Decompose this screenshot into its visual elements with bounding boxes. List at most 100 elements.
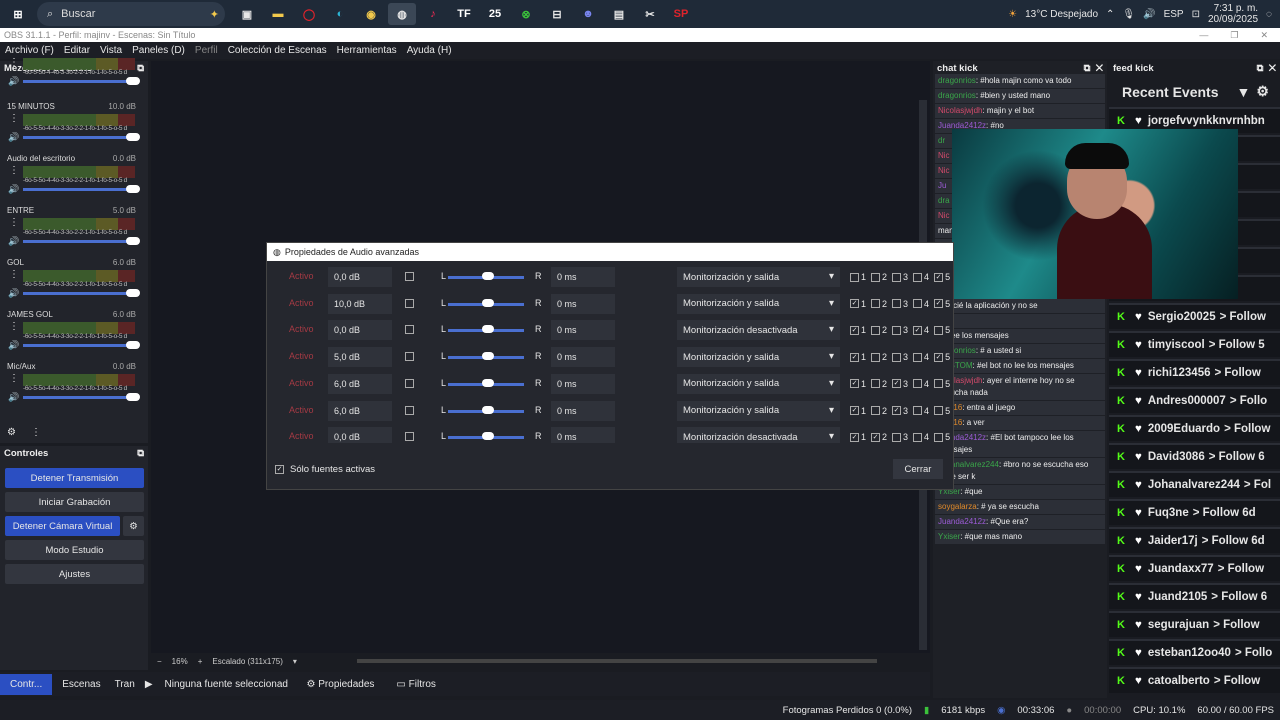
- mixer-settings-icon[interactable]: ⚙: [7, 427, 16, 438]
- speaker-icon[interactable]: 🔊: [8, 340, 19, 351]
- track-4[interactable]: 4: [913, 272, 929, 282]
- volume-slider[interactable]: [23, 80, 135, 83]
- track-2[interactable]: 2: [871, 379, 887, 389]
- obs-icon[interactable]: ◍: [388, 3, 416, 25]
- chevron-right-icon[interactable]: ▶: [139, 679, 159, 690]
- notification-icon[interactable]: ◌: [1266, 9, 1272, 20]
- track-checkbox[interactable]: [871, 325, 881, 335]
- properties-button[interactable]: ⚙ Propiedades: [299, 679, 375, 690]
- track-1[interactable]: 1: [850, 272, 866, 282]
- chat-user[interactable]: Nicolasjwjdh: [938, 106, 982, 115]
- track-checkbox[interactable]: [934, 325, 944, 335]
- mono-checkbox[interactable]: [405, 325, 414, 335]
- track-checkbox[interactable]: [892, 352, 902, 362]
- track-2[interactable]: 2: [871, 406, 887, 416]
- sync-offset-spinbox[interactable]: 0 ms: [551, 427, 615, 443]
- volume-db-spinbox[interactable]: 0,0 dB: [328, 320, 392, 341]
- channel-menu-icon[interactable]: ⋮: [9, 373, 19, 384]
- track-checkbox[interactable]: [913, 406, 923, 415]
- channel-menu-icon[interactable]: ⋮: [9, 113, 19, 124]
- track-checkbox[interactable]: [892, 325, 902, 335]
- track-4[interactable]: ✓ 4: [913, 325, 929, 335]
- chat-user[interactable]: Ju: [938, 181, 946, 190]
- volume-slider-knob[interactable]: [126, 289, 140, 297]
- track-4[interactable]: 4: [913, 406, 929, 416]
- volume-slider[interactable]: [23, 396, 135, 399]
- undock-icon[interactable]: ⧉: [137, 448, 144, 459]
- channel-menu-icon[interactable]: ⋮: [9, 321, 19, 332]
- mono-checkbox[interactable]: [405, 432, 414, 442]
- balance-knob[interactable]: [482, 325, 494, 334]
- zoom-in-button[interactable]: +: [198, 657, 203, 666]
- opera-icon[interactable]: ◯: [295, 3, 323, 25]
- track-checkbox[interactable]: [871, 379, 881, 389]
- balance-knob[interactable]: [482, 405, 494, 414]
- close-icon[interactable]: ✕: [1260, 30, 1268, 41]
- chat-user[interactable]: Nic: [938, 211, 950, 220]
- volume-slider-knob[interactable]: [126, 341, 140, 349]
- volume-slider-knob[interactable]: [126, 393, 140, 401]
- mono-checkbox[interactable]: [405, 272, 414, 281]
- track-checkbox[interactable]: [871, 406, 881, 415]
- menu-coleccion[interactable]: Colección de Escenas: [228, 45, 327, 56]
- track-2[interactable]: ✓ 2: [871, 432, 887, 442]
- task-view-icon[interactable]: ▣: [233, 3, 261, 25]
- settings-button[interactable]: Ajustes: [5, 564, 144, 584]
- track-checkbox[interactable]: ✓: [850, 325, 859, 335]
- track-checkbox[interactable]: ✓: [850, 352, 859, 362]
- clock[interactable]: 7:31 p. m. 20/09/2025: [1208, 3, 1258, 25]
- close-icon[interactable]: ✕: [1269, 63, 1276, 74]
- file-explorer-icon[interactable]: ▬: [264, 3, 292, 25]
- chat-user[interactable]: Yxiser: [938, 532, 960, 541]
- track-checkbox[interactable]: ✓: [934, 352, 944, 362]
- discord-icon[interactable]: ☻: [574, 3, 602, 25]
- chat-user[interactable]: dra: [938, 196, 950, 205]
- track-1[interactable]: ✓ 1: [850, 379, 866, 389]
- monitoring-select[interactable]: Monitorización y salida: [677, 400, 840, 421]
- chevron-up-icon[interactable]: ⌃: [1106, 9, 1114, 20]
- track-checkbox[interactable]: ✓: [850, 432, 859, 442]
- track-checkbox[interactable]: [934, 432, 944, 442]
- channel-menu-icon[interactable]: ⋮: [9, 217, 19, 228]
- mono-checkbox[interactable]: [405, 352, 414, 362]
- tab-transitions[interactable]: Tran: [111, 674, 139, 695]
- sync-offset-spinbox[interactable]: 0 ms: [551, 267, 615, 287]
- chevron-down-icon[interactable]: ▾: [293, 657, 297, 666]
- volume-slider-knob[interactable]: [126, 133, 140, 141]
- chat-user[interactable]: soygalarza: [938, 502, 977, 511]
- track-checkbox[interactable]: [892, 432, 902, 442]
- filter-icon[interactable]: ▼: [1236, 84, 1250, 100]
- track-1[interactable]: ✓ 1: [850, 325, 866, 335]
- track-1[interactable]: ✓ 1: [850, 299, 866, 309]
- track-checkbox[interactable]: ✓: [934, 299, 944, 309]
- sync-offset-spinbox[interactable]: 0 ms: [551, 320, 615, 341]
- track-5[interactable]: 5: [934, 406, 950, 416]
- mono-checkbox[interactable]: [405, 405, 414, 415]
- track-checkbox[interactable]: [871, 272, 881, 282]
- track-checkbox[interactable]: ✓: [850, 299, 859, 309]
- track-2[interactable]: 2: [871, 352, 887, 362]
- tab-scenes[interactable]: Escenas: [52, 674, 110, 695]
- volume-db-spinbox[interactable]: 6,0 dB: [328, 373, 392, 394]
- track-5[interactable]: 5: [934, 432, 950, 442]
- chat-user[interactable]: dragonrios: [938, 76, 976, 85]
- mono-checkbox[interactable]: [405, 298, 414, 308]
- chat-user[interactable]: Nic: [938, 166, 950, 175]
- track-checkbox[interactable]: [850, 272, 859, 282]
- monitoring-select[interactable]: Monitorización y salida: [677, 347, 840, 368]
- track-checkbox[interactable]: ✓: [850, 406, 859, 415]
- volume-slider[interactable]: [23, 188, 135, 191]
- track-4[interactable]: 4: [913, 379, 929, 389]
- track-checkbox[interactable]: ✓: [871, 432, 881, 442]
- track-1[interactable]: ✓ 1: [850, 432, 866, 442]
- track-checkbox[interactable]: [913, 432, 923, 442]
- menu-perfil[interactable]: Perfil: [195, 45, 218, 56]
- horizontal-scrollbar[interactable]: [356, 659, 877, 663]
- track-checkbox[interactable]: ✓: [934, 272, 944, 282]
- monitoring-select[interactable]: Monitorización y salida: [677, 373, 840, 394]
- pc-icon[interactable]: ▤: [605, 3, 633, 25]
- track-3[interactable]: ✓ 3: [892, 379, 908, 389]
- undock-icon[interactable]: ⧉: [1257, 63, 1264, 74]
- volume-db-spinbox[interactable]: 6,0 dB: [328, 400, 392, 421]
- track-3[interactable]: 3: [892, 325, 908, 335]
